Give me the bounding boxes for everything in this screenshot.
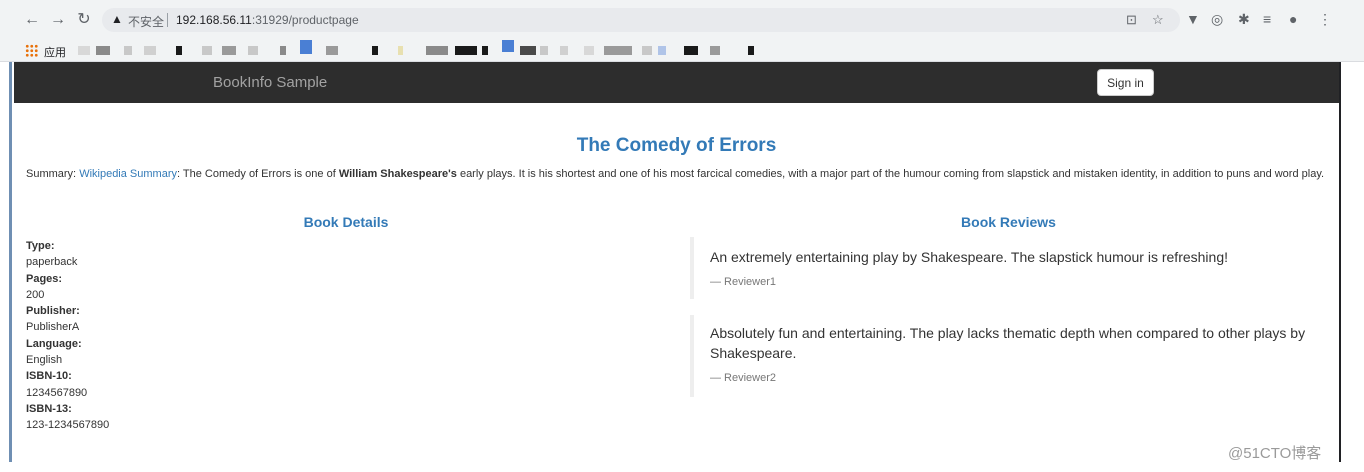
bookmark-item[interactable] xyxy=(560,46,568,55)
review-2: Absolutely fun and entertaining. The pla… xyxy=(690,315,1320,397)
bookmark-item[interactable] xyxy=(748,46,754,55)
puzzle-icon[interactable]: ✱ xyxy=(1238,11,1250,28)
profile-icon[interactable]: ● xyxy=(1289,11,1297,27)
book-details-list: Type: paperback Pages: 200 Publisher: Pu… xyxy=(26,238,109,434)
book-title: The Comedy of Errors xyxy=(576,135,777,156)
bookmark-item[interactable] xyxy=(300,40,312,54)
detail-label-type: Type: xyxy=(26,240,55,252)
apps-grid-icon[interactable] xyxy=(25,44,38,57)
browser-toolbar: ← → ↻ ▲ 不安全 192.168.56.11:31929/productp… xyxy=(0,0,1364,40)
detail-label-isbn10: ISBN-10: xyxy=(26,370,72,383)
detail-label-isbn13: ISBN-13: xyxy=(26,402,72,415)
bookmark-item[interactable] xyxy=(540,46,548,55)
book-summary: Summary: Wikipedia Summary: The Comedy o… xyxy=(26,168,1325,180)
brand-title[interactable]: BookInfo Sample xyxy=(213,74,327,91)
bookmark-item[interactable] xyxy=(710,46,720,55)
reload-icon[interactable]: ↻ xyxy=(74,10,94,30)
review-text: An extremely entertaining play by Shakes… xyxy=(710,249,1229,265)
detail-value-isbn10: 1234567890 xyxy=(26,386,88,399)
detail-label-publisher: Publisher: xyxy=(26,305,80,318)
bookmark-item[interactable] xyxy=(520,46,536,55)
forward-arrow-icon[interactable]: → xyxy=(48,10,68,30)
back-arrow-icon[interactable]: ← xyxy=(22,10,42,30)
bookmark-item[interactable] xyxy=(144,46,156,55)
bookmark-item[interactable] xyxy=(326,46,338,55)
star-icon[interactable]: ☆ xyxy=(1152,12,1164,28)
apps-label[interactable]: 应用 xyxy=(44,44,66,60)
bookmark-item[interactable] xyxy=(372,46,378,55)
bookmarks-bar: 应用 xyxy=(0,40,1364,62)
bookmark-item[interactable] xyxy=(455,46,477,55)
detail-label-language: Language: xyxy=(26,337,82,350)
sign-in-button[interactable]: Sign in xyxy=(1097,69,1154,96)
bookmark-item[interactable] xyxy=(482,46,488,55)
bookmark-item[interactable] xyxy=(658,46,666,55)
extension-circle-icon[interactable]: ◎ xyxy=(1211,11,1223,28)
watermark: @51CTO博客 xyxy=(1228,445,1322,462)
left-window-edge xyxy=(9,62,12,462)
detail-value-language: English xyxy=(26,354,63,367)
bookmark-item[interactable] xyxy=(280,46,286,55)
bookmark-item[interactable] xyxy=(78,46,90,55)
vue-devtools-icon[interactable]: ▼ xyxy=(1186,11,1200,27)
bookmark-item[interactable] xyxy=(584,46,594,55)
right-window-edge xyxy=(1339,62,1341,462)
app-navbar: BookInfo Sample Sign in xyxy=(14,62,1339,103)
reviewer-name: — Reviewer2 xyxy=(710,372,777,384)
bookmark-item[interactable] xyxy=(124,46,132,55)
bookmark-item[interactable] xyxy=(176,46,182,55)
reading-list-icon[interactable]: ≡ xyxy=(1263,11,1271,27)
review-text: Absolutely fun and entertaining. The pla… xyxy=(710,325,1306,361)
bookmark-item[interactable] xyxy=(604,46,632,55)
bookmark-item[interactable] xyxy=(642,46,652,55)
security-status: 不安全 xyxy=(128,15,165,29)
author-name: William Shakespeare's xyxy=(338,168,457,180)
bookmark-item[interactable] xyxy=(426,46,448,55)
bookmark-item[interactable] xyxy=(502,40,514,52)
bookmark-item[interactable] xyxy=(398,46,403,55)
address-bar[interactable]: ▲ 不安全 192.168.56.11:31929/productpage ⊡ … xyxy=(102,8,1180,32)
bookmark-item[interactable] xyxy=(684,46,698,55)
wikipedia-summary-link[interactable]: Wikipedia Summary xyxy=(79,168,177,180)
detail-label-pages: Pages: xyxy=(26,272,63,285)
url-text[interactable]: 192.168.56.11:31929/productpage xyxy=(176,13,359,27)
translate-icon[interactable]: ⊡ xyxy=(1126,12,1137,28)
warning-icon: ▲ xyxy=(111,12,123,26)
detail-value-type: paperback xyxy=(26,256,78,269)
detail-value-publisher: PublisherA xyxy=(26,321,80,334)
book-details-heading: Book Details xyxy=(303,214,389,230)
detail-value-pages: 200 xyxy=(26,288,45,301)
bookmark-item[interactable] xyxy=(202,46,212,55)
review-1: An extremely entertaining play by Shakes… xyxy=(690,237,1320,299)
bookmark-item[interactable] xyxy=(96,46,110,55)
omnibox-divider xyxy=(167,13,168,27)
book-reviews-heading: Book Reviews xyxy=(961,214,1056,230)
menu-dots-icon[interactable]: ⋮ xyxy=(1318,11,1332,28)
bookmark-item[interactable] xyxy=(248,46,258,55)
detail-value-isbn13: 123-1234567890 xyxy=(26,419,110,432)
reviewer-name: — Reviewer1 xyxy=(710,276,777,288)
bookmark-item[interactable] xyxy=(222,46,236,55)
